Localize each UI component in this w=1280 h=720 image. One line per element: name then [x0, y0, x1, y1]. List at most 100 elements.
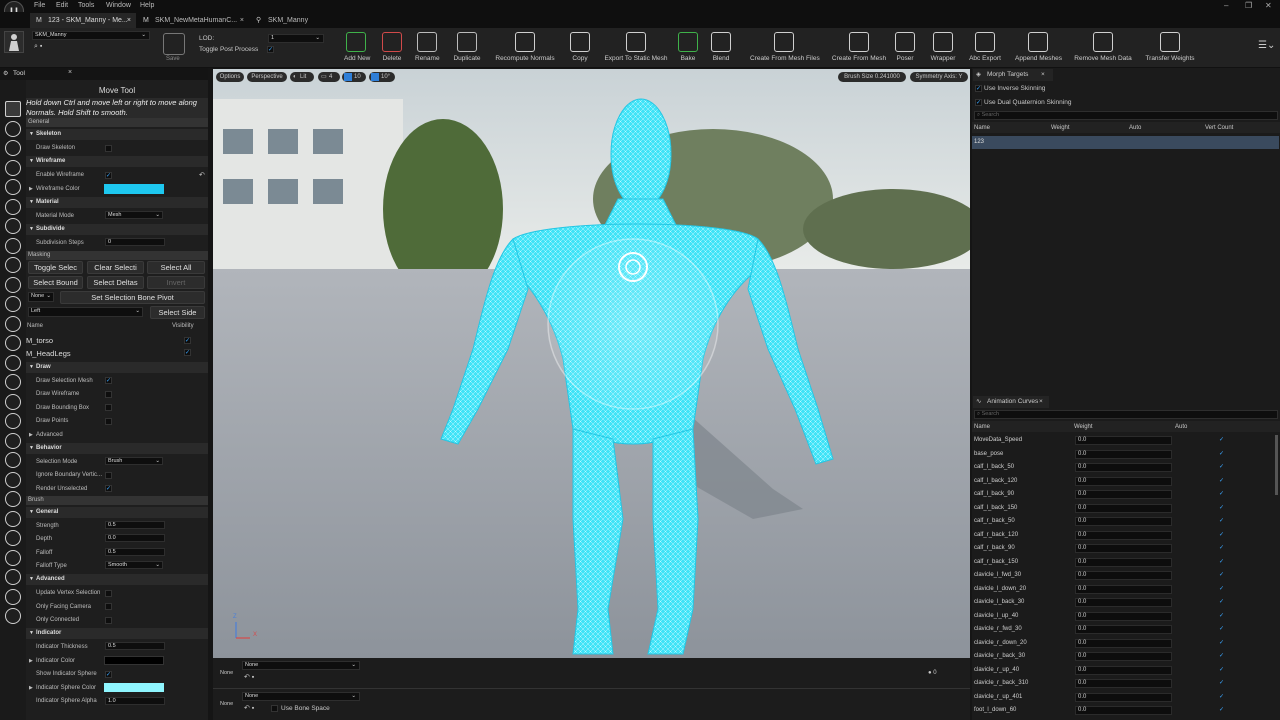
- caret-right-icon[interactable]: ▶: [29, 685, 33, 691]
- wifi-icon[interactable]: [5, 608, 21, 624]
- gear-icon[interactable]: [5, 588, 21, 605]
- anim-dropdown-2[interactable]: None ⌄: [242, 692, 360, 701]
- curve-weight-input[interactable]: 0.0: [1075, 476, 1172, 486]
- morph-search-input[interactable]: ⌕ Search: [974, 111, 1278, 120]
- selection-mode-dropdown[interactable]: Brush ⌄: [105, 457, 163, 465]
- toolbar-button-blend[interactable]: Blend: [709, 32, 733, 64]
- sculpt-icon[interactable]: [5, 120, 21, 137]
- relax-icon[interactable]: [5, 276, 21, 293]
- curve-row[interactable]: calf_l_back_120 0.0 ✓: [972, 475, 1280, 488]
- tab-close-icon[interactable]: ×: [1039, 396, 1043, 408]
- curve-auto-checkbox[interactable]: ✓: [1219, 478, 1226, 485]
- curve-auto-checkbox[interactable]: ✓: [1219, 451, 1226, 458]
- draw-points-checkbox[interactable]: [105, 418, 112, 425]
- curve-weight-input[interactable]: 0.0: [1075, 449, 1172, 459]
- advanced-row[interactable]: ▶ Advanced: [26, 429, 208, 442]
- indicator-section[interactable]: ▼ Indicator: [26, 628, 208, 639]
- curve-auto-checkbox[interactable]: ✓: [1219, 437, 1226, 444]
- masking-category[interactable]: Masking: [26, 251, 208, 260]
- curve-weight-input[interactable]: 0.0: [1075, 517, 1172, 526]
- curve-weight-input[interactable]: 0.0: [1075, 530, 1172, 540]
- curve-row[interactable]: clavicle_l_fwd_30 0.0 ✓: [972, 569, 1280, 582]
- history-icon[interactable]: [5, 315, 21, 332]
- curve-auto-checkbox[interactable]: ✓: [1219, 653, 1226, 660]
- curve-auto-checkbox[interactable]: ✓: [1219, 680, 1226, 687]
- curve-weight-input[interactable]: 0.0: [1075, 490, 1172, 499]
- curve-weight-input[interactable]: 0.0: [1075, 638, 1172, 648]
- brush-category[interactable]: Brush: [26, 496, 208, 505]
- curve-weight-input[interactable]: 0.0: [1075, 503, 1172, 513]
- curve-auto-checkbox[interactable]: ✓: [1219, 694, 1226, 701]
- use-dual-quaternion-checkbox[interactable]: ✓: [975, 99, 982, 106]
- curve-row[interactable]: clavicle_l_down_20 0.0 ✓: [972, 583, 1280, 596]
- toolbar-button-bake[interactable]: Bake: [676, 32, 700, 64]
- ignore-boundary-checkbox[interactable]: [105, 472, 112, 479]
- toolbar-button-rename[interactable]: Rename: [415, 32, 440, 64]
- curve-row[interactable]: clavicle_r_back_30 0.0 ✓: [972, 650, 1280, 663]
- curve-row[interactable]: clavicle_r_back_310 0.0 ✓: [972, 677, 1280, 690]
- camera-speed-button[interactable]: ▭ 4: [318, 72, 340, 82]
- falloff-input[interactable]: 0.5: [105, 548, 165, 556]
- tool-tab[interactable]: Tool: [13, 70, 25, 77]
- curves-scrollbar[interactable]: [1275, 435, 1278, 495]
- only-connected-checkbox[interactable]: [105, 617, 112, 624]
- curve-row[interactable]: foot_l_down_60 0.0 ✓: [972, 704, 1280, 717]
- menu-help[interactable]: Help: [140, 2, 154, 9]
- cube-icon[interactable]: [5, 374, 21, 390]
- viewport-options-button[interactable]: Options: [216, 72, 244, 82]
- curve-row[interactable]: clavicle_r_down_20 0.0 ✓: [972, 637, 1280, 650]
- lod-dropdown[interactable]: 1 ⌄: [268, 34, 324, 43]
- general-category[interactable]: General: [26, 118, 208, 127]
- menu-file[interactable]: File: [34, 2, 45, 9]
- curve-weight-input[interactable]: 0.0: [1075, 665, 1172, 675]
- morph-target-row[interactable]: 123: [972, 136, 1279, 149]
- pen-icon[interactable]: [5, 159, 21, 176]
- smooth-icon[interactable]: [5, 198, 21, 215]
- asset-selector[interactable]: SKM_Manny ⌄: [32, 31, 150, 40]
- toolbar-button-export-to-static-mesh[interactable]: Export To Static Mesh: [604, 32, 668, 64]
- bone-dropdown[interactable]: None ⌄: [28, 292, 54, 302]
- curve-row[interactable]: calf_r_back_150 0.0 ✓: [972, 556, 1280, 569]
- perspective-button[interactable]: Perspective: [247, 72, 287, 82]
- character-icon[interactable]: [4, 31, 24, 53]
- curve-weight-input[interactable]: 0.0: [1075, 544, 1172, 553]
- flatten-icon[interactable]: [5, 257, 21, 273]
- target-icon[interactable]: [5, 569, 21, 585]
- poly-icon[interactable]: [5, 432, 21, 449]
- curve-auto-checkbox[interactable]: ✓: [1219, 545, 1226, 552]
- save-icon[interactable]: [163, 33, 185, 55]
- toolbar-button-create-from-mesh-files[interactable]: Create From Mesh Files: [750, 32, 820, 64]
- grid-icon[interactable]: [5, 393, 21, 410]
- brush-advanced-section[interactable]: ▼ Advanced: [26, 574, 208, 585]
- material-section[interactable]: ▼ Material: [26, 197, 208, 208]
- reset-arrow-icon[interactable]: ↶ ▪: [244, 704, 254, 712]
- side-dropdown[interactable]: Left ⌄: [28, 307, 143, 317]
- tab-123-skm-manny[interactable]: M 123 - SKM_Manny - Me... ×: [30, 13, 136, 28]
- curve-row[interactable]: MoveData_Speed 0.0 ✓: [972, 434, 1280, 447]
- caret-right-icon[interactable]: ▶: [29, 658, 33, 664]
- browse-asset-icon[interactable]: ⌕ ▪: [34, 43, 42, 51]
- menu-edit[interactable]: Edit: [56, 2, 68, 9]
- settings-icon[interactable]: [5, 549, 21, 566]
- toolbar-button-abc-export[interactable]: Abc Export: [969, 32, 1001, 64]
- curve-row[interactable]: calf_r_back_50 0.0 ✓: [972, 515, 1280, 528]
- skeleton-section[interactable]: ▼ Skeleton: [26, 129, 208, 140]
- toolbar-button-transfer-weights[interactable]: Transfer Weights: [1145, 32, 1195, 64]
- grid-snap-button[interactable]: 10: [342, 72, 366, 82]
- curve-auto-checkbox[interactable]: ✓: [1219, 491, 1226, 498]
- tab-close-icon[interactable]: ×: [240, 13, 244, 28]
- curve-row[interactable]: clavicle_r_up_401 0.0 ✓: [972, 691, 1280, 704]
- caret-right-icon[interactable]: ▶: [29, 186, 33, 192]
- morph-targets-tab[interactable]: ◈ Morph Targets ×: [973, 69, 1053, 81]
- transform-icon[interactable]: [5, 354, 21, 371]
- tab-skm-manny[interactable]: ⚲ SKM_Manny: [250, 13, 320, 28]
- strength-input[interactable]: 0.5: [105, 521, 165, 529]
- pinch-icon[interactable]: [5, 237, 21, 254]
- indicator-sphere-alpha-input[interactable]: 1.0: [105, 697, 165, 705]
- lit-mode-button[interactable]: ◐ Lit: [290, 72, 314, 82]
- indicator-color-swatch[interactable]: [104, 656, 164, 665]
- material-visibility-checkbox[interactable]: ✓: [184, 337, 191, 344]
- set-selection-bone-pivot-button[interactable]: Set Selection Bone Pivot: [60, 291, 205, 304]
- material-mode-dropdown[interactable]: Mesh ⌄: [105, 211, 163, 219]
- toolbar-button-duplicate[interactable]: Duplicate: [452, 32, 482, 64]
